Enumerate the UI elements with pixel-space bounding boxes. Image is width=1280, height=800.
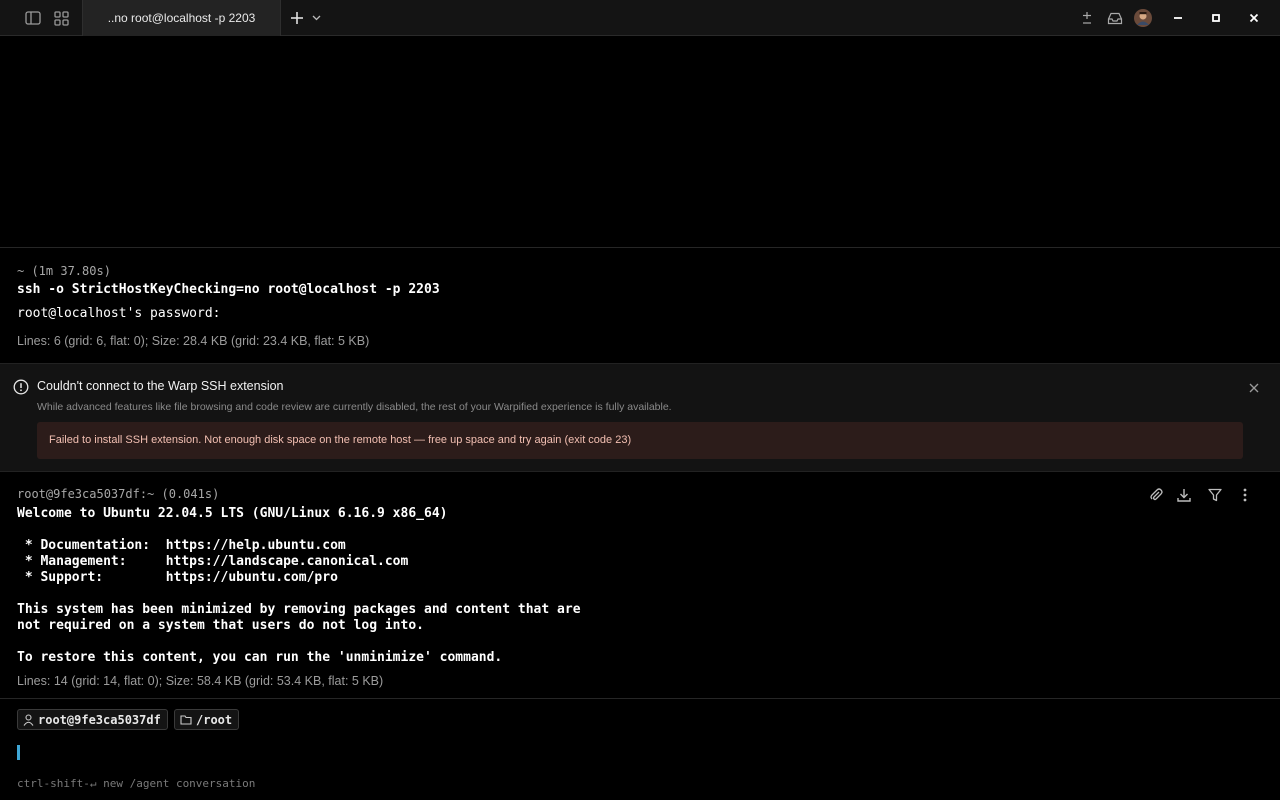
folder-icon — [180, 715, 192, 725]
input-hint: ctrl-shift-↵ new /agent conversation — [17, 777, 256, 790]
grid-icon[interactable] — [52, 9, 70, 27]
user-chip-label: root@9fe3ca5037df — [38, 712, 161, 727]
text-cursor[interactable] — [17, 745, 20, 760]
output-line: To restore this content, you can run the… — [17, 650, 503, 665]
block-divider — [0, 247, 1280, 248]
minimize-icon[interactable] — [1169, 9, 1187, 27]
chevron-down-icon[interactable] — [309, 9, 323, 27]
output-line: * Management: https://landscape.canonica… — [17, 554, 409, 569]
warning-description: While advanced features like file browsi… — [37, 401, 672, 413]
more-vertical-icon[interactable] — [1237, 487, 1255, 505]
block-meta: root@9fe3ca5037df:~ (0.041s) — [17, 487, 220, 501]
output-line: * Support: https://ubuntu.com/pro — [17, 570, 338, 585]
block-command[interactable]: ssh -o StrictHostKeyChecking=no root@loc… — [17, 282, 440, 297]
inbox-icon[interactable] — [1106, 9, 1124, 27]
block-stats: Lines: 14 (grid: 14, flat: 0); Size: 58.… — [17, 674, 384, 688]
error-message: Failed to install SSH extension. Not eno… — [37, 422, 1243, 459]
user-chip[interactable]: root@9fe3ca5037df — [17, 709, 168, 730]
ssh-warning-banner: Couldn't connect to the Warp SSH extensi… — [0, 363, 1280, 472]
directory-chip-label: /root — [196, 712, 233, 727]
sidebar-toggle-icon[interactable] — [24, 9, 42, 27]
filter-icon[interactable] — [1207, 487, 1225, 505]
output-line: This system has been minimized by removi… — [17, 602, 581, 617]
maximize-icon[interactable] — [1207, 9, 1225, 27]
plus-icon[interactable] — [288, 9, 306, 27]
block-stats: Lines: 6 (grid: 6, flat: 0); Size: 28.4 … — [17, 334, 370, 348]
user-icon — [23, 713, 34, 726]
warning-title: Couldn't connect to the Warp SSH extensi… — [37, 379, 284, 393]
title-bar: ..no root@localhost -p 2203 — [0, 0, 1280, 36]
block-output: root@localhost's password: — [17, 306, 221, 321]
output-line: * Documentation: https://help.ubuntu.com — [17, 538, 346, 553]
tab-title: ..no root@localhost -p 2203 — [107, 11, 256, 25]
block-meta: ~ (1m 37.80s) — [17, 264, 111, 278]
directory-chip[interactable]: /root — [174, 709, 240, 730]
plus-minus-icon[interactable] — [1078, 9, 1096, 27]
output-line: not required on a system that users do n… — [17, 618, 424, 633]
dismiss-icon[interactable] — [1248, 381, 1260, 393]
block-command[interactable]: Welcome to Ubuntu 22.04.5 LTS (GNU/Linux… — [17, 506, 447, 521]
download-icon[interactable] — [1176, 487, 1194, 505]
avatar[interactable] — [1134, 9, 1152, 27]
tab-active[interactable]: ..no root@localhost -p 2203 — [82, 0, 281, 36]
close-icon[interactable] — [1245, 9, 1263, 27]
paperclip-icon[interactable] — [1148, 487, 1166, 505]
input-divider — [0, 698, 1280, 699]
warning-icon — [13, 379, 29, 395]
